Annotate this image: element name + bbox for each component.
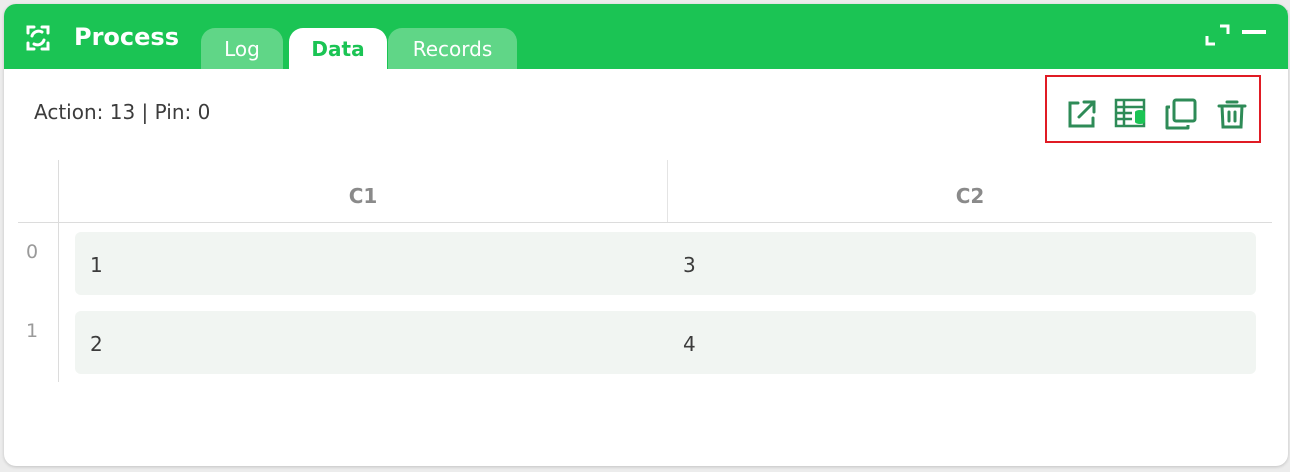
table-cell: 3 [683,253,696,277]
table-cell: 2 [90,332,103,356]
table-cell: 4 [683,332,696,356]
panel-header: Process Log Data Records [4,4,1288,69]
tab-data[interactable]: Data [289,28,387,69]
table-row[interactable]: 2 4 [75,311,1256,374]
copy-icon[interactable] [1164,97,1198,131]
table-row[interactable]: 1 3 [75,232,1256,295]
header-column-divider [667,160,668,222]
table-data-icon[interactable] [1114,97,1148,131]
trash-icon[interactable] [1215,97,1249,131]
table-cell: 1 [90,253,103,277]
row-index: 1 [26,320,39,342]
data-table: C1 C2 0 1 3 1 2 4 [18,160,1272,382]
row-index: 0 [26,241,39,263]
minimize-icon[interactable] [1242,26,1268,38]
panel-title: Process [74,23,179,51]
tab-records[interactable]: Records [388,28,517,69]
data-toolbar [1045,75,1261,143]
expand-icon[interactable] [1204,23,1232,47]
status-text: Action: 13 | Pin: 0 [34,100,211,124]
tab-log[interactable]: Log [201,28,283,69]
process-cycle-icon [26,25,50,51]
open-external-icon[interactable] [1064,97,1098,131]
index-column-divider [58,160,59,382]
header-divider [18,222,1272,223]
column-header-c1[interactable]: C1 [313,184,413,208]
column-header-c2[interactable]: C2 [920,184,1020,208]
process-panel: Process Log Data Records Action: 13 | Pi… [4,4,1288,466]
